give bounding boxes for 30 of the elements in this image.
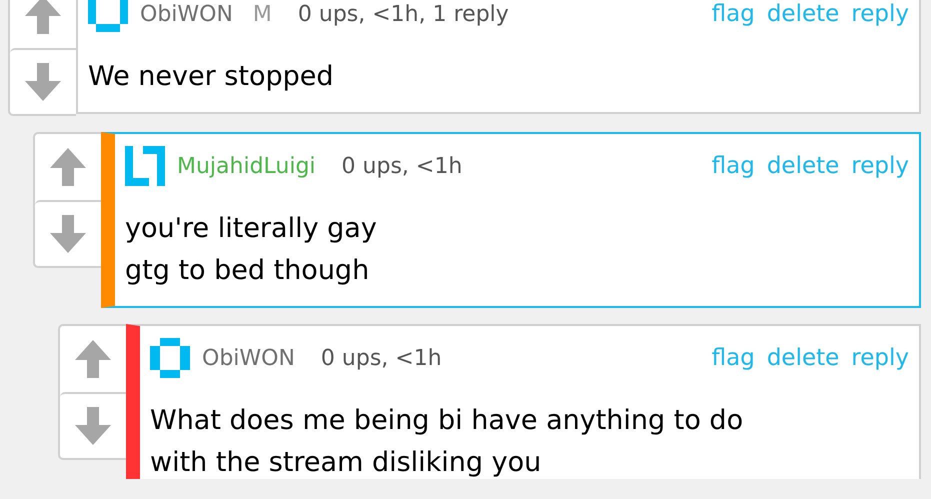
comment-text: We never stopped	[88, 60, 335, 94]
avatar-icon	[125, 146, 165, 186]
username[interactable]: ObiWON	[140, 2, 233, 26]
comment-meta: 0 ups, <1h	[320, 346, 442, 370]
up-arrow-icon	[25, 0, 61, 34]
comment-action-link[interactable]: delete	[766, 153, 840, 179]
comment-text: with the stream disliking you	[150, 446, 542, 479]
username[interactable]: MujahidLuigi	[177, 154, 316, 178]
comment-meta: 0 ups, <1h	[342, 154, 462, 178]
comment-text: gtg to bed though	[125, 254, 370, 288]
avatar-icon	[150, 338, 190, 378]
comment-text: What does me being bi have anything to do	[150, 404, 744, 438]
comment-action-link[interactable]: reply	[851, 153, 909, 179]
comment-text: you're literally gay	[125, 212, 378, 246]
username[interactable]: ObiWON	[202, 346, 295, 370]
down-arrow-icon	[75, 407, 111, 445]
comment-meta: 0 ups, <1h, 1 reply	[298, 2, 509, 26]
mod-label: M	[252, 2, 272, 26]
up-arrow-icon	[75, 340, 111, 378]
comment-action-link[interactable]: reply	[851, 1, 909, 27]
avatar-icon	[88, 0, 128, 34]
comment-action-link[interactable]: flag	[712, 1, 755, 27]
comment-action-link[interactable]: flag	[712, 345, 755, 371]
down-arrow-icon	[50, 215, 86, 253]
comment-action-link[interactable]: reply	[851, 345, 909, 371]
comment-action-link[interactable]: delete	[766, 1, 840, 27]
up-arrow-icon	[50, 148, 86, 186]
comment-action-link[interactable]: flag	[712, 153, 755, 179]
down-arrow-icon	[25, 63, 61, 101]
comment-action-link[interactable]: delete	[766, 345, 840, 371]
